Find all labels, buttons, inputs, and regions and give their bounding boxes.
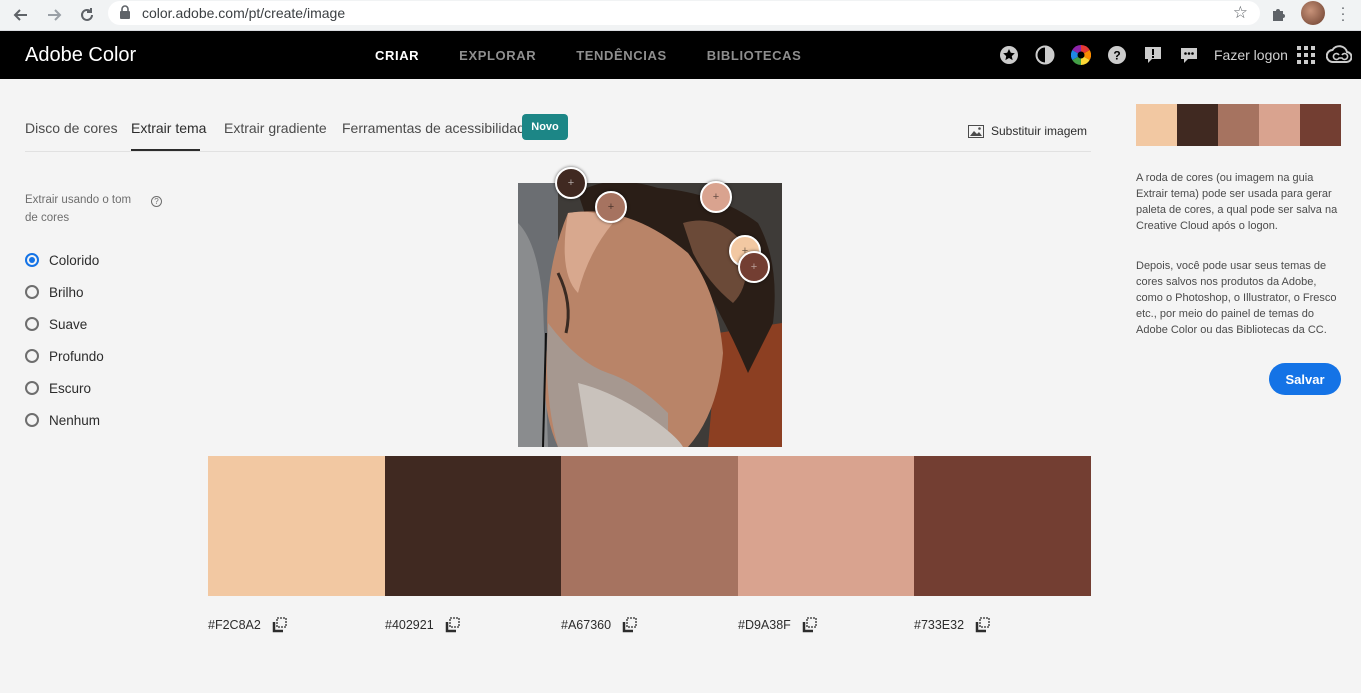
- replace-image-label: Substituir imagem: [991, 124, 1088, 138]
- alert-icon[interactable]: [1143, 45, 1163, 65]
- swatch-5[interactable]: [914, 456, 1091, 596]
- app-grid-icon[interactable]: [1297, 46, 1315, 64]
- radio-label: Profundo: [49, 348, 104, 364]
- hex-item-2: #402921: [385, 617, 461, 633]
- hex-code[interactable]: #F2C8A2: [208, 618, 261, 632]
- tab-disco-de-cores[interactable]: Disco de cores: [25, 120, 118, 136]
- replace-image-button[interactable]: Substituir imagem: [968, 124, 1087, 138]
- hex-item-1: #F2C8A2: [208, 617, 288, 633]
- preview-swatch-1: [1136, 104, 1177, 146]
- top-nav: CRIAR EXPLORAR TENDÊNCIAS BIBLIOTECAS: [375, 48, 841, 63]
- radio-nenhum[interactable]: Nenhum: [25, 404, 104, 436]
- login-link[interactable]: Fazer logon: [1214, 47, 1288, 63]
- color-sampler-3[interactable]: +: [595, 191, 627, 223]
- radio-label: Suave: [49, 316, 88, 332]
- question-circle-icon[interactable]: ?: [151, 196, 162, 207]
- radio-label: Brilho: [49, 284, 84, 300]
- swatch-1[interactable]: [208, 456, 385, 596]
- swatch-4[interactable]: [738, 456, 914, 596]
- hex-code[interactable]: #D9A38F: [738, 618, 791, 632]
- radio-circle[interactable]: [25, 285, 39, 299]
- copy-icon[interactable]: [622, 617, 638, 633]
- preview-swatch-2: [1177, 104, 1218, 146]
- preview-swatch-3: [1218, 104, 1259, 146]
- color-sampler-4[interactable]: +: [700, 181, 732, 213]
- lock-icon: [120, 5, 130, 19]
- hex-item-5: #733E32: [914, 617, 991, 633]
- image-icon: [968, 124, 984, 138]
- color-swatch-row: [208, 456, 1091, 596]
- tab-extrair-gradiente[interactable]: Extrair gradiente: [224, 120, 327, 136]
- hex-code[interactable]: #402921: [385, 618, 434, 632]
- nav-explorar[interactable]: EXPLORAR: [459, 48, 536, 63]
- copy-icon[interactable]: [272, 617, 288, 633]
- contrast-half-circle-icon[interactable]: [1035, 45, 1055, 65]
- mood-radio-group: Colorido Brilho Suave Profundo Escuro Ne…: [25, 244, 104, 436]
- color-sampler-2[interactable]: +: [555, 167, 587, 199]
- back-arrow-icon[interactable]: [10, 4, 32, 26]
- address-bar[interactable]: color.adobe.com/pt/create/image ☆: [108, 1, 1260, 25]
- forward-arrow-icon[interactable]: [43, 4, 65, 26]
- browser-toolbar: color.adobe.com/pt/create/image ☆ · · ·: [0, 0, 1361, 31]
- copy-icon[interactable]: [445, 617, 461, 633]
- help-icon[interactable]: ?: [1107, 45, 1127, 65]
- svg-text:?: ?: [1113, 49, 1120, 63]
- header-icon-group: ?: [999, 45, 1215, 65]
- save-button[interactable]: Salvar: [1269, 363, 1341, 395]
- radio-escuro[interactable]: Escuro: [25, 372, 104, 404]
- preview-swatch-5: [1300, 104, 1341, 146]
- radio-profundo[interactable]: Profundo: [25, 340, 104, 372]
- bookmark-star-icon[interactable]: ☆: [1233, 3, 1248, 23]
- reload-icon[interactable]: [76, 4, 98, 26]
- radio-brilho[interactable]: Brilho: [25, 276, 104, 308]
- creative-cloud-icon[interactable]: [1326, 44, 1352, 66]
- badge-star-icon[interactable]: [999, 45, 1019, 65]
- feedback-chat-icon[interactable]: [1179, 45, 1199, 65]
- hex-code[interactable]: #733E32: [914, 618, 964, 632]
- info-text-1: A roda de cores (ou imagem na guia Extra…: [1136, 172, 1338, 232]
- radio-label: Nenhum: [49, 412, 101, 428]
- radio-label: Escuro: [49, 380, 92, 396]
- theme-preview: [1136, 104, 1341, 146]
- radio-circle[interactable]: [25, 349, 39, 363]
- hex-item-3: #A67360: [561, 617, 638, 633]
- radio-circle[interactable]: [25, 253, 39, 267]
- tab-extrair-tema[interactable]: Extrair tema: [131, 120, 206, 136]
- radio-circle[interactable]: [25, 381, 39, 395]
- radio-label: Colorido: [49, 252, 100, 268]
- app-header: Adobe Color CRIAR EXPLORAR TENDÊNCIAS BI…: [0, 31, 1361, 79]
- info-text-2: Depois, você pode usar seus temas de cor…: [1136, 260, 1337, 336]
- color-sampler-5[interactable]: +: [738, 251, 770, 283]
- preview-swatch-4: [1259, 104, 1300, 146]
- kebab-menu-icon[interactable]: · · ·: [1340, 0, 1346, 27]
- nav-bibliotecas[interactable]: BIBLIOTECAS: [707, 48, 802, 63]
- radio-suave[interactable]: Suave: [25, 308, 104, 340]
- radio-circle[interactable]: [25, 317, 39, 331]
- address-url[interactable]: color.adobe.com/pt/create/image: [142, 5, 345, 21]
- hex-code[interactable]: #A67360: [561, 618, 611, 632]
- profile-avatar[interactable]: [1301, 1, 1325, 25]
- swatch-3[interactable]: [561, 456, 738, 596]
- radio-colorido[interactable]: Colorido: [25, 244, 104, 276]
- nav-criar[interactable]: CRIAR: [375, 48, 419, 63]
- active-tab-indicator: [131, 149, 200, 151]
- mood-title: Extrair usando o tom de cores: [25, 194, 132, 224]
- nav-tendencias[interactable]: TENDÊNCIAS: [576, 48, 667, 63]
- extensions-puzzle-icon[interactable]: [1270, 5, 1288, 23]
- radio-circle[interactable]: [25, 413, 39, 427]
- source-photo: [518, 183, 782, 447]
- hex-item-4: #D9A38F: [738, 617, 818, 633]
- copy-icon[interactable]: [975, 617, 991, 633]
- new-badge: Novo: [522, 114, 568, 140]
- swatch-2[interactable]: [385, 456, 561, 596]
- color-wheel-icon[interactable]: [1071, 45, 1091, 65]
- tool-tabs: Disco de cores Extrair tema Extrair grad…: [25, 114, 1091, 152]
- copy-icon[interactable]: [802, 617, 818, 633]
- brand-title[interactable]: Adobe Color: [25, 44, 136, 67]
- tab-ferramentas-acessibilidade[interactable]: Ferramentas de acessibilidade: [342, 120, 533, 136]
